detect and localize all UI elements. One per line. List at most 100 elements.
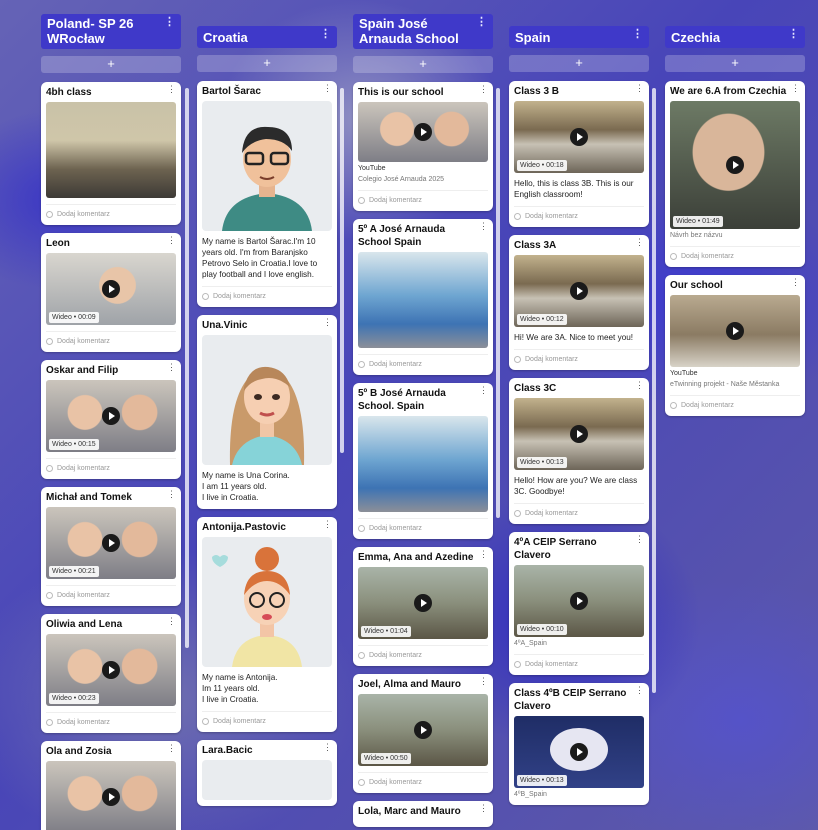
add-comment[interactable]: Dodaj komentarz	[46, 458, 176, 473]
play-icon[interactable]	[102, 534, 120, 552]
column-header[interactable]: Spain ⋮	[509, 26, 649, 48]
post-card[interactable]: Oskar and Filip ⋮ Wideo • 00:15 Dodaj ko…	[41, 360, 181, 479]
post-card[interactable]: This is our school ⋮ YouTube Colegio Jos…	[353, 82, 493, 211]
play-icon[interactable]	[726, 156, 744, 174]
post-menu-icon[interactable]: ⋮	[791, 84, 800, 93]
play-icon[interactable]	[414, 123, 432, 141]
post-menu-icon[interactable]: ⋮	[167, 617, 176, 626]
post-menu-icon[interactable]: ⋮	[323, 743, 332, 752]
post-card[interactable]: Emma, Ana and Azedine ⋮ Wideo • 01:04 Do…	[353, 547, 493, 666]
post-video[interactable]: Wideo • 00:21	[46, 507, 176, 579]
add-comment[interactable]: Dodaj komentarz	[358, 645, 488, 660]
post-menu-icon[interactable]: ⋮	[323, 318, 332, 327]
post-menu-icon[interactable]: ⋮	[167, 490, 176, 499]
add-comment[interactable]: Dodaj komentarz	[358, 518, 488, 533]
avatar-illustration[interactable]	[202, 760, 332, 800]
post-menu-icon[interactable]: ⋮	[479, 550, 488, 559]
post-video[interactable]: Wideo • 00:15	[46, 380, 176, 452]
add-post-button[interactable]: +	[509, 55, 649, 72]
post-menu-icon[interactable]: ⋮	[167, 363, 176, 372]
post-video[interactable]: Wideo • 00:10	[514, 565, 644, 637]
post-video[interactable]	[670, 295, 800, 367]
avatar-illustration[interactable]	[202, 335, 332, 465]
add-comment[interactable]: Dodaj komentarz	[670, 246, 800, 261]
add-post-button[interactable]: +	[197, 55, 337, 72]
add-comment[interactable]: Dodaj komentarz	[358, 772, 488, 787]
post-menu-icon[interactable]: ⋮	[323, 84, 332, 93]
column-menu-icon[interactable]: ⋮	[476, 17, 487, 28]
post-menu-icon[interactable]: ⋮	[167, 85, 176, 94]
post-card[interactable]: Lara.Bacic ⋮	[197, 740, 337, 806]
column-scrollbar[interactable]	[185, 88, 189, 648]
post-card[interactable]: Leon ⋮ Wideo • 00:09 Dodaj komentarz	[41, 233, 181, 352]
add-post-button[interactable]: +	[41, 56, 181, 73]
post-card[interactable]: Antonija.Pastovic ⋮ My name is Antonija.…	[197, 517, 337, 732]
add-comment[interactable]: Dodaj komentarz	[46, 204, 176, 219]
post-card[interactable]: We are 6.A from Czechia ⋮ Wideo • 01:49 …	[665, 81, 805, 267]
post-menu-icon[interactable]: ⋮	[479, 804, 488, 813]
column-scrollbar[interactable]	[652, 88, 656, 693]
post-menu-icon[interactable]: ⋮	[167, 744, 176, 753]
post-video[interactable]: Wideo • 00:18	[514, 101, 644, 173]
post-menu-icon[interactable]: ⋮	[635, 84, 644, 93]
post-video[interactable]: Wideo • 00:13	[514, 716, 644, 788]
post-video[interactable]: Wideo • 00:13	[514, 398, 644, 470]
column-header[interactable]: Poland- SP 26 WRocław ⋮	[41, 14, 181, 49]
post-image[interactable]	[358, 252, 488, 348]
post-menu-icon[interactable]: ⋮	[167, 236, 176, 245]
add-comment[interactable]: Dodaj komentarz	[46, 331, 176, 346]
post-menu-icon[interactable]: ⋮	[323, 520, 332, 529]
post-menu-icon[interactable]: ⋮	[635, 238, 644, 247]
play-icon[interactable]	[570, 128, 588, 146]
post-video[interactable]: Wideo • 00:50	[358, 694, 488, 766]
post-card[interactable]: 4ºA CEIP Serrano Clavero ⋮ Wideo • 00:10…	[509, 532, 649, 675]
play-icon[interactable]	[726, 322, 744, 340]
post-card[interactable]: Class 3C ⋮ Wideo • 00:13 Hello! How are …	[509, 378, 649, 524]
play-icon[interactable]	[414, 594, 432, 612]
play-icon[interactable]	[102, 788, 120, 806]
add-comment[interactable]: Dodaj komentarz	[46, 712, 176, 727]
add-comment[interactable]: Dodaj komentarz	[670, 395, 800, 410]
post-card[interactable]: Oliwia and Lena ⋮ Wideo • 00:23 Dodaj ko…	[41, 614, 181, 733]
post-menu-icon[interactable]: ⋮	[479, 85, 488, 94]
post-card[interactable]: 4bh class ⋮ Dodaj komentarz	[41, 82, 181, 225]
post-card[interactable]: Class 3 B ⋮ Wideo • 00:18 Hello, this is…	[509, 81, 649, 227]
column-header[interactable]: Croatia ⋮	[197, 26, 337, 48]
add-post-button[interactable]: +	[665, 55, 805, 72]
column-scrollbar[interactable]	[340, 88, 344, 453]
add-comment[interactable]: Dodaj komentarz	[514, 503, 644, 518]
play-icon[interactable]	[102, 661, 120, 679]
post-card[interactable]: Class 4ºB CEIP Serrano Clavero ⋮ Wideo •…	[509, 683, 649, 805]
post-card[interactable]: Joel, Alma and Mauro ⋮ Wideo • 00:50 Dod…	[353, 674, 493, 793]
post-menu-icon[interactable]: ⋮	[635, 381, 644, 390]
play-icon[interactable]	[414, 721, 432, 739]
post-video[interactable]: Wideo • 00:23	[46, 634, 176, 706]
play-icon[interactable]	[570, 592, 588, 610]
add-comment[interactable]: Dodaj komentarz	[514, 654, 644, 669]
column-menu-icon[interactable]: ⋮	[788, 29, 799, 40]
post-menu-icon[interactable]: ⋮	[479, 677, 488, 686]
post-card[interactable]: Our school ⋮ YouTube eTwinning projekt -…	[665, 275, 805, 416]
post-card[interactable]: 5º A José Arnauda School Spain ⋮ Dodaj k…	[353, 219, 493, 375]
add-post-button[interactable]: +	[353, 56, 493, 73]
post-image[interactable]	[46, 102, 176, 198]
post-card[interactable]: Michał and Tomek ⋮ Wideo • 00:21 Dodaj k…	[41, 487, 181, 606]
play-icon[interactable]	[570, 425, 588, 443]
avatar-illustration[interactable]	[202, 101, 332, 231]
post-menu-icon[interactable]: ⋮	[479, 386, 488, 395]
post-video[interactable]: Wideo • 00:09	[46, 253, 176, 325]
post-card[interactable]: 5º B José Arnauda School. Spain ⋮ Dodaj …	[353, 383, 493, 539]
column-header[interactable]: Czechia ⋮	[665, 26, 805, 48]
post-menu-icon[interactable]: ⋮	[635, 686, 644, 695]
add-comment[interactable]: Dodaj komentarz	[358, 354, 488, 369]
post-menu-icon[interactable]: ⋮	[791, 278, 800, 287]
post-image[interactable]	[358, 416, 488, 512]
play-icon[interactable]	[102, 280, 120, 298]
add-comment[interactable]: Dodaj komentarz	[46, 585, 176, 600]
avatar-illustration[interactable]	[202, 537, 332, 667]
post-video[interactable]	[46, 761, 176, 830]
post-video[interactable]: Wideo • 01:49	[670, 101, 800, 229]
column-scrollbar[interactable]	[496, 88, 500, 518]
post-menu-icon[interactable]: ⋮	[635, 535, 644, 544]
play-icon[interactable]	[570, 282, 588, 300]
